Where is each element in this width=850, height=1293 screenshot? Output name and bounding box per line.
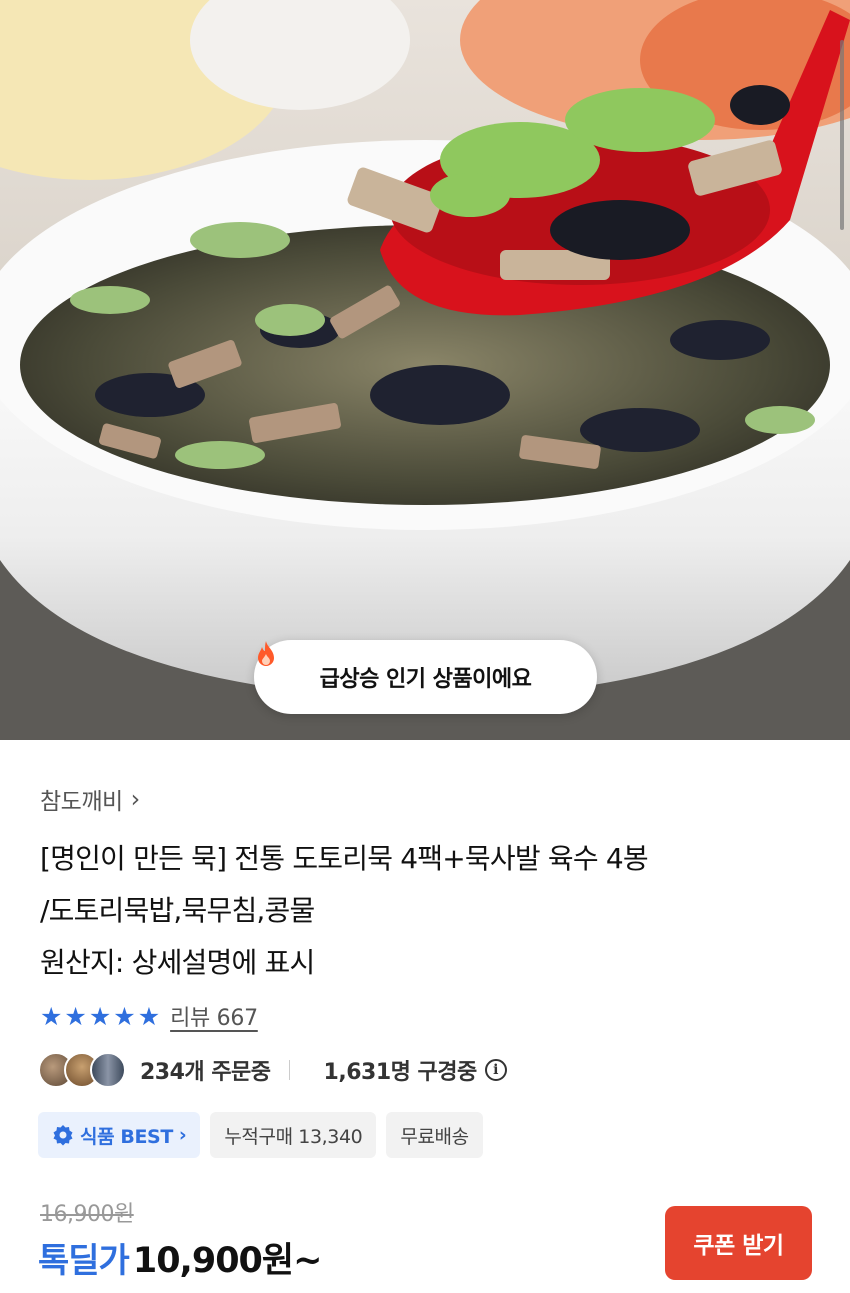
star-icon: ★ xyxy=(137,1001,161,1031)
fire-icon xyxy=(258,641,274,666)
acorn-jelly-soup-photo xyxy=(0,0,850,740)
review-link[interactable]: 리뷰 667 xyxy=(170,1000,258,1032)
original-price: 16,900원 xyxy=(40,1202,134,1227)
free-shipping-tag: 무료배송 xyxy=(386,1112,483,1158)
sale-price-row: 톡딜가 10,900원~ xyxy=(38,1232,323,1283)
badge-icon xyxy=(53,1125,73,1146)
title-line: [명인이 만든 묵] 전통 도토리묵 4팩+묵사발 육수 4봉 xyxy=(40,842,649,875)
sale-price: 10,900원~ xyxy=(132,1241,323,1281)
get-coupon-button[interactable]: 쿠폰 받기 xyxy=(665,1206,812,1280)
order-status-row: 234개 주문중 1,631명 구경중 i xyxy=(38,1052,507,1088)
buyer-avatars xyxy=(38,1052,126,1088)
viewing-count: 1,631명 구경중 xyxy=(323,1060,478,1085)
star-icon: ★ xyxy=(88,1001,112,1031)
star-icon: ★ xyxy=(64,1001,87,1031)
sale-label: 톡딜가 xyxy=(38,1241,130,1281)
best-tag-label: 식품 BEST xyxy=(80,1125,173,1148)
star-icon: ★ xyxy=(40,1001,63,1031)
product-title: [명인이 만든 묵] 전통 도토리묵 4팩+묵사발 육수 4봉 /도토리묵밥,묵… xyxy=(40,833,820,989)
popular-badge-text: 급상승 인기 상품이에요 xyxy=(319,667,532,692)
image-scrollbar[interactable] xyxy=(840,40,844,230)
title-line: 원산지: 상세설명에 표시 xyxy=(40,946,315,979)
ordering-count: 234개 주문중 xyxy=(140,1060,271,1085)
seller-link[interactable]: 참도깨비 › xyxy=(40,782,140,816)
rating-row[interactable]: ★ ★ ★ ★ ★ 리뷰 667 xyxy=(40,1000,258,1032)
chevron-right-icon: › xyxy=(130,785,141,813)
title-line: /도토리묵밥,묵무침,콩물 xyxy=(40,894,315,927)
divider xyxy=(288,1060,290,1080)
star-icon: ★ xyxy=(113,1001,136,1031)
product-image[interactable]: 급상승 인기 상품이에요 xyxy=(0,0,850,740)
chevron-right-icon: › xyxy=(178,1124,187,1146)
popular-badge: 급상승 인기 상품이에요 xyxy=(254,640,597,714)
product-tags: 식품 BEST › 누적구매 13,340 무료배송 xyxy=(38,1112,483,1158)
star-rating: ★ ★ ★ ★ ★ xyxy=(40,1004,160,1029)
best-category-tag[interactable]: 식품 BEST › xyxy=(38,1112,201,1158)
cumulative-purchase-tag: 누적구매 13,340 xyxy=(210,1112,377,1158)
avatar xyxy=(90,1052,126,1088)
info-icon[interactable]: i xyxy=(484,1059,507,1081)
seller-name: 참도깨비 xyxy=(40,789,123,815)
